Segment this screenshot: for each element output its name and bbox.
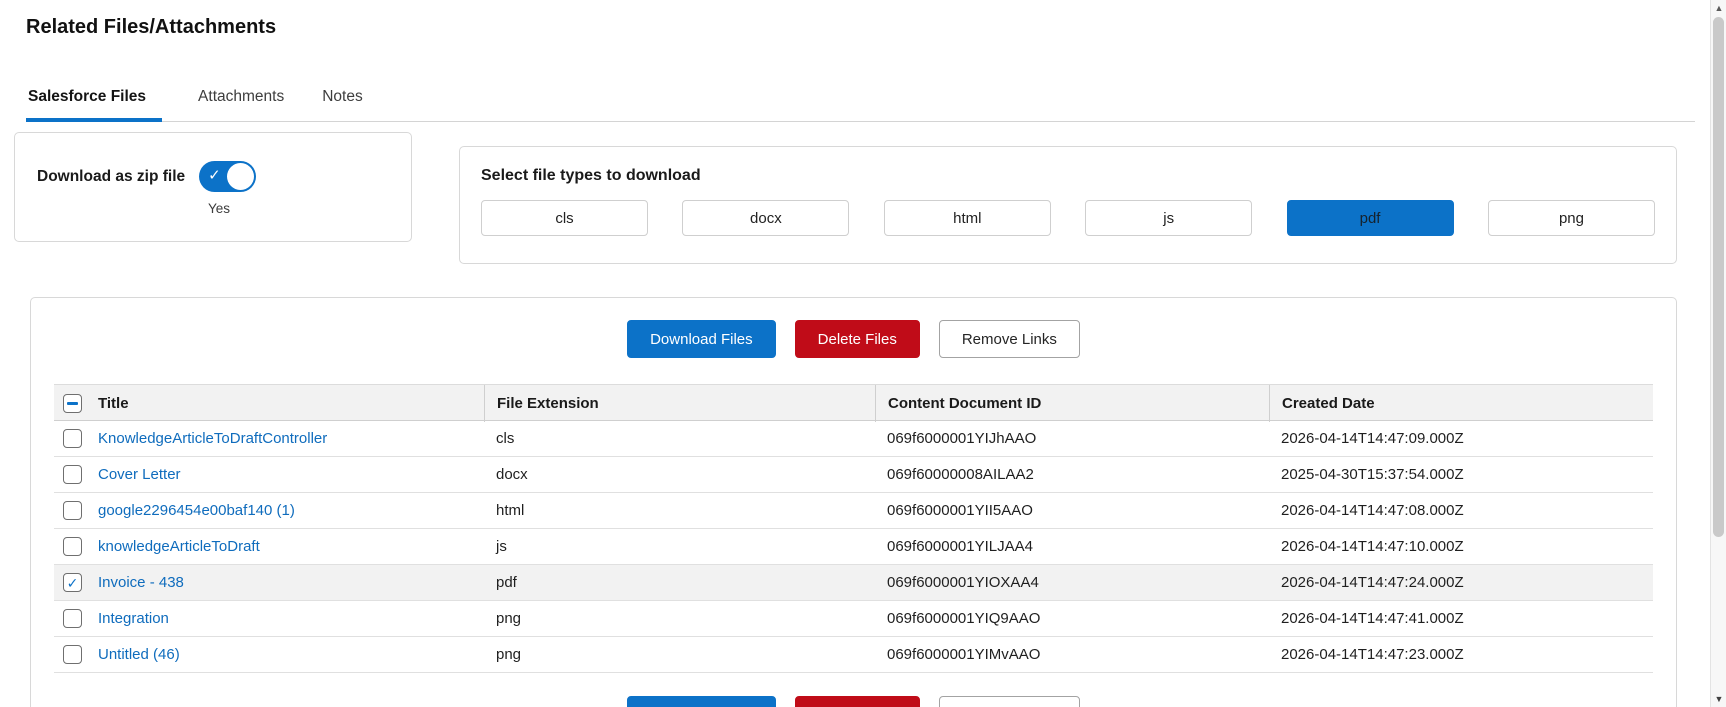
download-files-button-bottom[interactable]: Download Files [627,696,776,707]
file-title-link[interactable]: KnowledgeArticleToDraftController [98,430,327,447]
filetype-option-png[interactable]: png [1487,200,1655,236]
created-date-cell: 2025-04-30T15:37:54.000Z [1281,466,1464,483]
zip-toggle[interactable]: ✓ [199,161,257,192]
row-checkbox[interactable] [63,465,82,484]
file-title-link[interactable]: google2296454e00baf140 (1) [98,502,295,519]
table-row: Untitled (46) png 069f6000001YIMvAAO 2026-0… [54,637,1653,673]
file-title-link[interactable]: Integration [98,610,169,627]
created-date-cell: 2026-04-14T14:47:23.000Z [1281,646,1464,663]
filetype-option-pdf[interactable]: pdf [1286,200,1454,236]
files-card: Download Files Delete Files Remove Links… [30,297,1677,707]
content-document-id-cell: 069f60000008AILAA2 [887,466,1034,483]
remove-links-button-bottom[interactable]: Remove Links [938,696,1080,707]
content-document-id-cell: 069f6000001YILJAA4 [887,538,1033,555]
content-document-id-cell: 069f6000001YII5AAO [887,502,1033,519]
delete-files-button[interactable]: Delete Files [794,320,920,358]
file-title-link[interactable]: Untitled (46) [98,646,180,663]
table-row: knowledgeArticleToDraft js 069f6000001YILJ… [54,529,1653,565]
row-checkbox[interactable]: ✓ [63,573,82,592]
table-body: KnowledgeArticleToDraftController cls 069f… [54,421,1653,673]
page: Related Files/Attachments Salesforce Fil… [0,0,1726,707]
header-title: Title [54,385,484,422]
file-extension-cell: js [496,538,507,555]
column-label-title: Title [98,395,129,412]
zip-toggle-label: Download as zip file [37,167,186,185]
toggle-knob [227,163,255,190]
remove-links-button[interactable]: Remove Links [938,320,1080,358]
created-date-cell: 2026-04-14T14:47:24.000Z [1281,574,1464,591]
content-document-id-cell: 069f6000001YIJhAAO [887,430,1037,447]
created-date-cell: 2026-04-14T14:47:09.000Z [1281,430,1464,447]
row-checkbox[interactable] [63,645,82,664]
created-date-cell: 2026-04-14T14:47:10.000Z [1281,538,1464,555]
files-table: Title File Extension Content Document ID… [54,384,1653,673]
filetype-option-cls[interactable]: cls [481,200,648,236]
filetype-card: Select file types to download cls docx htm… [459,146,1677,264]
file-title-link[interactable]: Invoice - 438 [98,574,184,591]
file-extension-cell: html [496,502,525,519]
row-checkbox[interactable] [63,537,82,556]
table-row: Cover Letter docx 069f60000008AILAA2 2025-0… [54,457,1653,493]
scroll-up-icon[interactable]: ▲ [1711,0,1726,16]
file-extension-cell: png [496,646,522,663]
actions-row-bottom: Download Files Delete Files Remove Links [31,696,1676,707]
filetype-heading: Select file types to download [481,167,701,184]
table-row: Integration png 069f6000001YIQ9AAO 2026-04-… [54,601,1653,637]
content-document-id-cell: 069f6000001YIOXAA4 [887,574,1039,591]
filetype-option-html[interactable]: html [883,200,1051,236]
created-date-cell: 2026-04-14T14:47:41.000Z [1281,610,1464,627]
file-extension-cell: cls [496,430,515,447]
check-icon: ✓ [208,167,221,184]
page-title: Related Files/Attachments [26,16,277,38]
actions-row-top: Download Files Delete Files Remove Links [31,320,1676,358]
tab-salesforce-files[interactable]: Salesforce Files [26,84,163,122]
select-all-checkbox[interactable] [63,394,82,413]
zip-card: Download as zip file ✓ Yes [14,132,412,242]
row-checkbox[interactable] [63,609,82,628]
table-row: google2296454e00baf140 (1) html 069f600000… [54,493,1653,529]
filetype-options: cls docx html js pdf png [481,200,1655,236]
download-files-button[interactable]: Download Files [627,320,776,358]
filetype-option-js[interactable]: js [1085,200,1253,236]
zip-toggle-state: Yes [208,201,231,216]
filetype-option-docx[interactable]: docx [682,200,850,236]
row-checkbox[interactable] [63,429,82,448]
content-document-id-cell: 069f6000001YIMvAAO [887,646,1041,663]
file-extension-cell: docx [496,466,528,483]
row-checkbox[interactable] [63,501,82,520]
tab-bar: Salesforce Files Attachments Notes [26,84,1695,122]
created-date-cell: 2026-04-14T14:47:08.000Z [1281,502,1464,519]
scroll-down-icon[interactable]: ▼ [1711,691,1726,707]
content-document-id-cell: 069f6000001YIQ9AAO [887,610,1041,627]
tab-attachments[interactable]: Attachments [196,84,286,121]
file-extension-cell: pdf [496,574,517,591]
delete-files-button-bottom[interactable]: Delete Files [794,696,920,707]
scrollbar-thumb[interactable] [1713,17,1724,537]
table-row: KnowledgeArticleToDraftController cls 069f… [54,421,1653,457]
file-extension-cell: png [496,610,522,627]
table-row: ✓ Invoice - 438 pdf 069f6000001YIOXAA4 2026-… [54,565,1653,601]
header-created-date: Created Date [1269,385,1653,422]
table-header-row: Title File Extension Content Document ID… [54,384,1653,422]
header-content-document-id: Content Document ID [875,385,1269,422]
header-file-extension: File Extension [484,385,875,422]
file-title-link[interactable]: Cover Letter [98,466,181,483]
file-title-link[interactable]: knowledgeArticleToDraft [98,538,260,555]
tab-notes[interactable]: Notes [320,84,365,121]
vertical-scrollbar[interactable]: ▲ ▼ [1710,0,1726,707]
